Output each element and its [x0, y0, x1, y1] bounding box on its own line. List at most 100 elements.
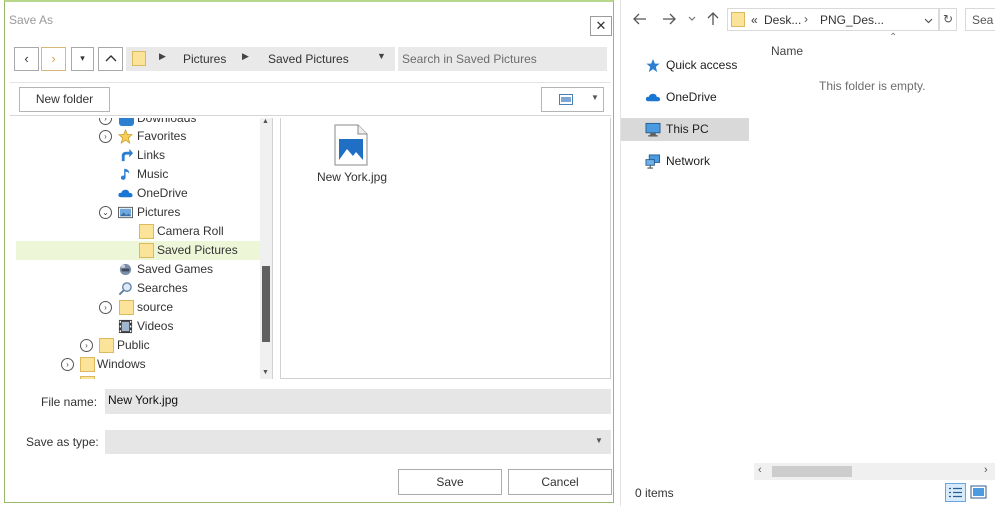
tree-item-label: Links	[137, 148, 166, 162]
scroll-left-icon[interactable]: ‹	[758, 464, 762, 476]
tree-item-links[interactable]: Links	[10, 146, 260, 165]
details-view-button[interactable]	[945, 483, 966, 502]
view-icon	[559, 94, 573, 105]
star-icon	[118, 129, 133, 144]
folder-tree[interactable]: › Downloads › Favorites Links Music OneD…	[10, 118, 273, 379]
back-arrow-icon[interactable]	[633, 12, 647, 26]
collapse-icon[interactable]: ⌄	[99, 206, 112, 219]
nav-pane-network[interactable]: Network	[621, 150, 749, 173]
back-button[interactable]: ‹	[14, 47, 39, 71]
nav-pane-quick-access[interactable]: Quick access	[621, 54, 749, 77]
refresh-icon: ↻	[942, 12, 954, 26]
recent-locations-button[interactable]: ▾	[71, 47, 94, 71]
breadcrumb-overflow[interactable]: «	[751, 13, 758, 27]
nav-pane-onedrive[interactable]: OneDrive	[621, 86, 749, 109]
column-header-name[interactable]: Name	[771, 44, 803, 58]
address-dropdown-icon[interactable]: ▼	[377, 51, 386, 61]
chevron-down-icon: ▼	[595, 436, 603, 445]
folder-icon	[99, 338, 114, 353]
tree-scrollbar-thumb[interactable]	[262, 266, 270, 342]
tree-item-favorites[interactable]: › Favorites	[10, 127, 260, 146]
tree-item-label: Favorites	[137, 129, 187, 143]
explorer-address-bar[interactable]: « Desk... › PNG_Des...	[727, 8, 939, 31]
tree-item-label: Saved Games	[137, 262, 214, 276]
folder-icon	[139, 243, 154, 258]
forward-button[interactable]: ›	[41, 47, 66, 71]
close-button[interactable]: ✕	[590, 16, 612, 36]
breadcrumb-saved-pictures[interactable]: Saved Pictures	[268, 52, 349, 66]
nav-pane-label: Quick access	[666, 58, 738, 72]
address-bar[interactable]: ▶ Pictures ▶ Saved Pictures ▼	[126, 47, 395, 71]
tree-item-pictures[interactable]: ⌄ Pictures	[10, 203, 260, 222]
expand-icon[interactable]: ›	[99, 118, 112, 125]
link-icon	[121, 148, 134, 162]
tree-item-label: Windows	[97, 357, 146, 371]
tree-item-label: Music	[137, 167, 169, 181]
cancel-button[interactable]: Cancel	[508, 469, 612, 495]
large-icons-view-icon[interactable]	[970, 484, 987, 500]
tree-item-searches[interactable]: Searches	[10, 279, 260, 298]
refresh-button[interactable]: ↻	[939, 8, 957, 31]
cloud-icon	[118, 189, 133, 198]
tree-item-windows[interactable]: › Windows	[10, 355, 260, 374]
file-name-input[interactable]: New York.jpg	[105, 389, 611, 414]
network-icon	[645, 154, 661, 169]
image-file-icon	[334, 124, 368, 166]
nav-pane-this-pc[interactable]: This PC	[621, 118, 749, 141]
scroll-down-icon[interactable]: ▼	[262, 369, 269, 376]
tree-item-label: Videos	[137, 319, 174, 333]
folder-icon	[80, 357, 95, 372]
horizontal-scrollbar[interactable]: ‹ ›	[754, 463, 995, 480]
empty-folder-message: This folder is empty.	[819, 79, 926, 93]
tree-item-saved-pictures[interactable]: Saved Pictures	[16, 241, 260, 260]
horizontal-scrollbar-thumb[interactable]	[772, 466, 852, 477]
cloud-icon	[645, 93, 661, 102]
pictures-icon	[118, 206, 133, 219]
view-options-button[interactable]: ▼	[541, 87, 604, 112]
search-input[interactable]: Search in Saved Pictures	[398, 47, 607, 71]
computer-icon	[645, 122, 661, 137]
scroll-right-icon[interactable]: ›	[984, 464, 988, 476]
breadcrumb-separator-icon: ▶	[242, 51, 249, 61]
up-button[interactable]	[98, 47, 123, 71]
search-icon	[118, 282, 132, 296]
nav-pane-label: This PC	[666, 122, 709, 136]
dialog-title: Save As	[9, 13, 54, 27]
breadcrumb-pictures[interactable]: Pictures	[183, 52, 226, 66]
new-folder-button[interactable]: New folder	[19, 87, 110, 112]
tree-item-camera-roll[interactable]: Camera Roll	[10, 222, 260, 241]
save-type-select[interactable]: ▼	[105, 430, 611, 454]
expand-icon[interactable]: ›	[61, 358, 74, 371]
tree-item-label: Pictures	[137, 205, 181, 219]
chevron-down-icon[interactable]	[688, 16, 696, 22]
file-name-label: New York.jpg	[316, 170, 388, 184]
tree-item-label: Camera Roll	[157, 224, 224, 238]
breadcrumb-separator-icon: ›	[804, 12, 808, 26]
tree-item-source[interactable]: › source	[10, 298, 260, 317]
tree-item-videos[interactable]: Videos	[10, 317, 260, 336]
breadcrumb-png-des[interactable]: PNG_Des...	[820, 13, 884, 27]
up-arrow-icon[interactable]	[706, 11, 720, 26]
tree-item-label: Searches	[137, 281, 188, 295]
expand-icon[interactable]: ›	[99, 130, 112, 143]
nav-pane-label: Network	[666, 154, 711, 168]
scroll-up-icon[interactable]: ▲	[262, 118, 269, 125]
file-list-pane[interactable]: New York.jpg	[280, 118, 611, 379]
folder-icon	[139, 224, 154, 239]
explorer-search-input[interactable]: Sea	[965, 8, 995, 31]
file-item[interactable]: New York.jpg	[281, 118, 612, 218]
tree-item-onedrive[interactable]: OneDrive	[10, 184, 260, 203]
music-icon	[120, 168, 130, 180]
tree-item-saved-games[interactable]: Saved Games	[10, 260, 260, 279]
video-icon	[118, 319, 133, 334]
expand-icon[interactable]: ›	[99, 301, 112, 314]
save-button[interactable]: Save	[398, 469, 502, 495]
chevron-down-icon: ▼	[591, 93, 599, 102]
breadcrumb-desktop[interactable]: Desk...	[764, 13, 801, 27]
forward-arrow-icon[interactable]	[662, 12, 676, 26]
tree-item-public[interactable]: › Public	[10, 336, 260, 355]
expand-icon[interactable]: ›	[80, 339, 93, 352]
chevron-down-icon[interactable]	[924, 18, 933, 24]
tree-item-music[interactable]: Music	[10, 165, 260, 184]
tree-item-label: Public	[117, 338, 150, 352]
